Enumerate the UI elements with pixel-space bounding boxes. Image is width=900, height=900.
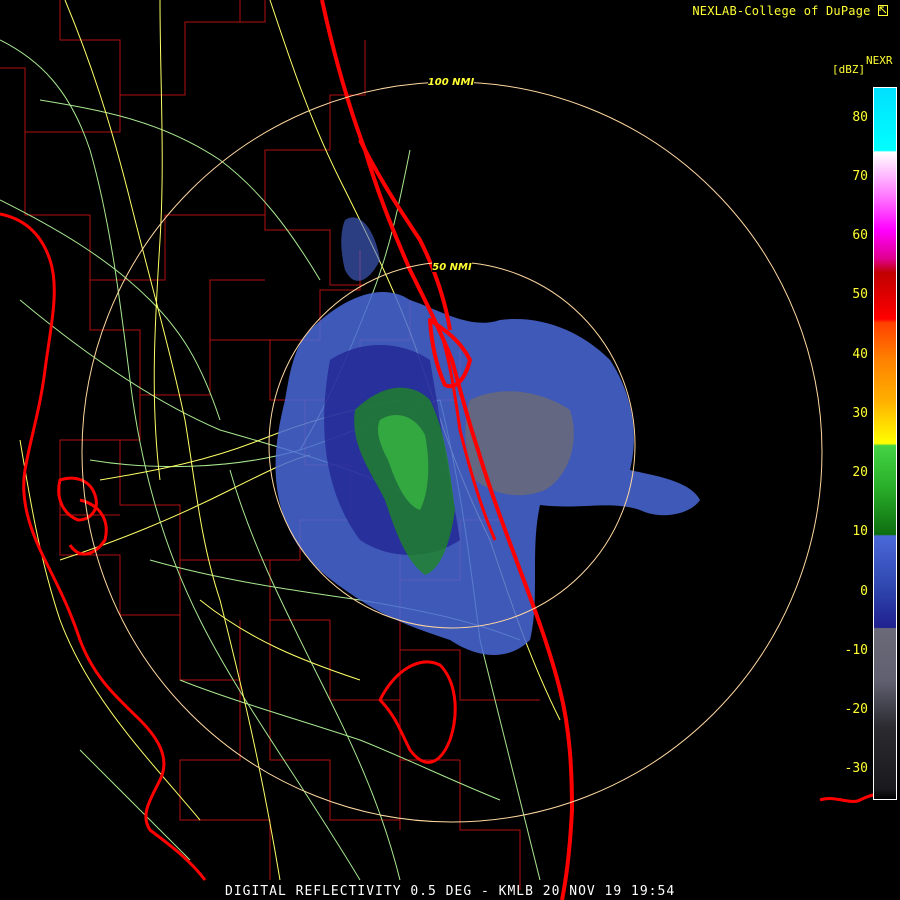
legend-tick-label: 20 — [852, 465, 868, 481]
color-scale-bar — [873, 87, 897, 800]
legend-tick-label: -10 — [844, 642, 868, 658]
credit-text: NEXLAB-College of DuPage — [692, 4, 888, 18]
credit-label: NEXLAB-College of DuPage — [692, 4, 871, 18]
legend-tick-label: 60 — [852, 228, 868, 244]
radar-map: 100 NMI 50 NMI — [0, 0, 900, 900]
cursor-arrow-icon — [878, 4, 888, 18]
legend-tick-label: 30 — [852, 405, 868, 421]
legend-tick-label: -30 — [844, 761, 868, 777]
legend-tick-label: 0 — [860, 583, 868, 599]
range-label-100: 100 NMI — [428, 77, 475, 88]
range-label-50: 50 NMI — [432, 262, 472, 273]
product-caption: DIGITAL REFLECTIVITY 0.5 DEG - KMLB 20 N… — [225, 884, 676, 899]
legend-tick-label: 40 — [852, 346, 868, 362]
legend-tick-label: -20 — [844, 702, 868, 718]
legend-tick-label: 50 — [852, 287, 868, 303]
legend-tick-label: 10 — [852, 524, 868, 540]
product-code: NEXR — [866, 54, 893, 67]
legend-unit: [dBZ] — [832, 63, 866, 76]
legend-tick-label: 80 — [852, 109, 868, 125]
legend-tick-label: 70 — [852, 168, 868, 184]
